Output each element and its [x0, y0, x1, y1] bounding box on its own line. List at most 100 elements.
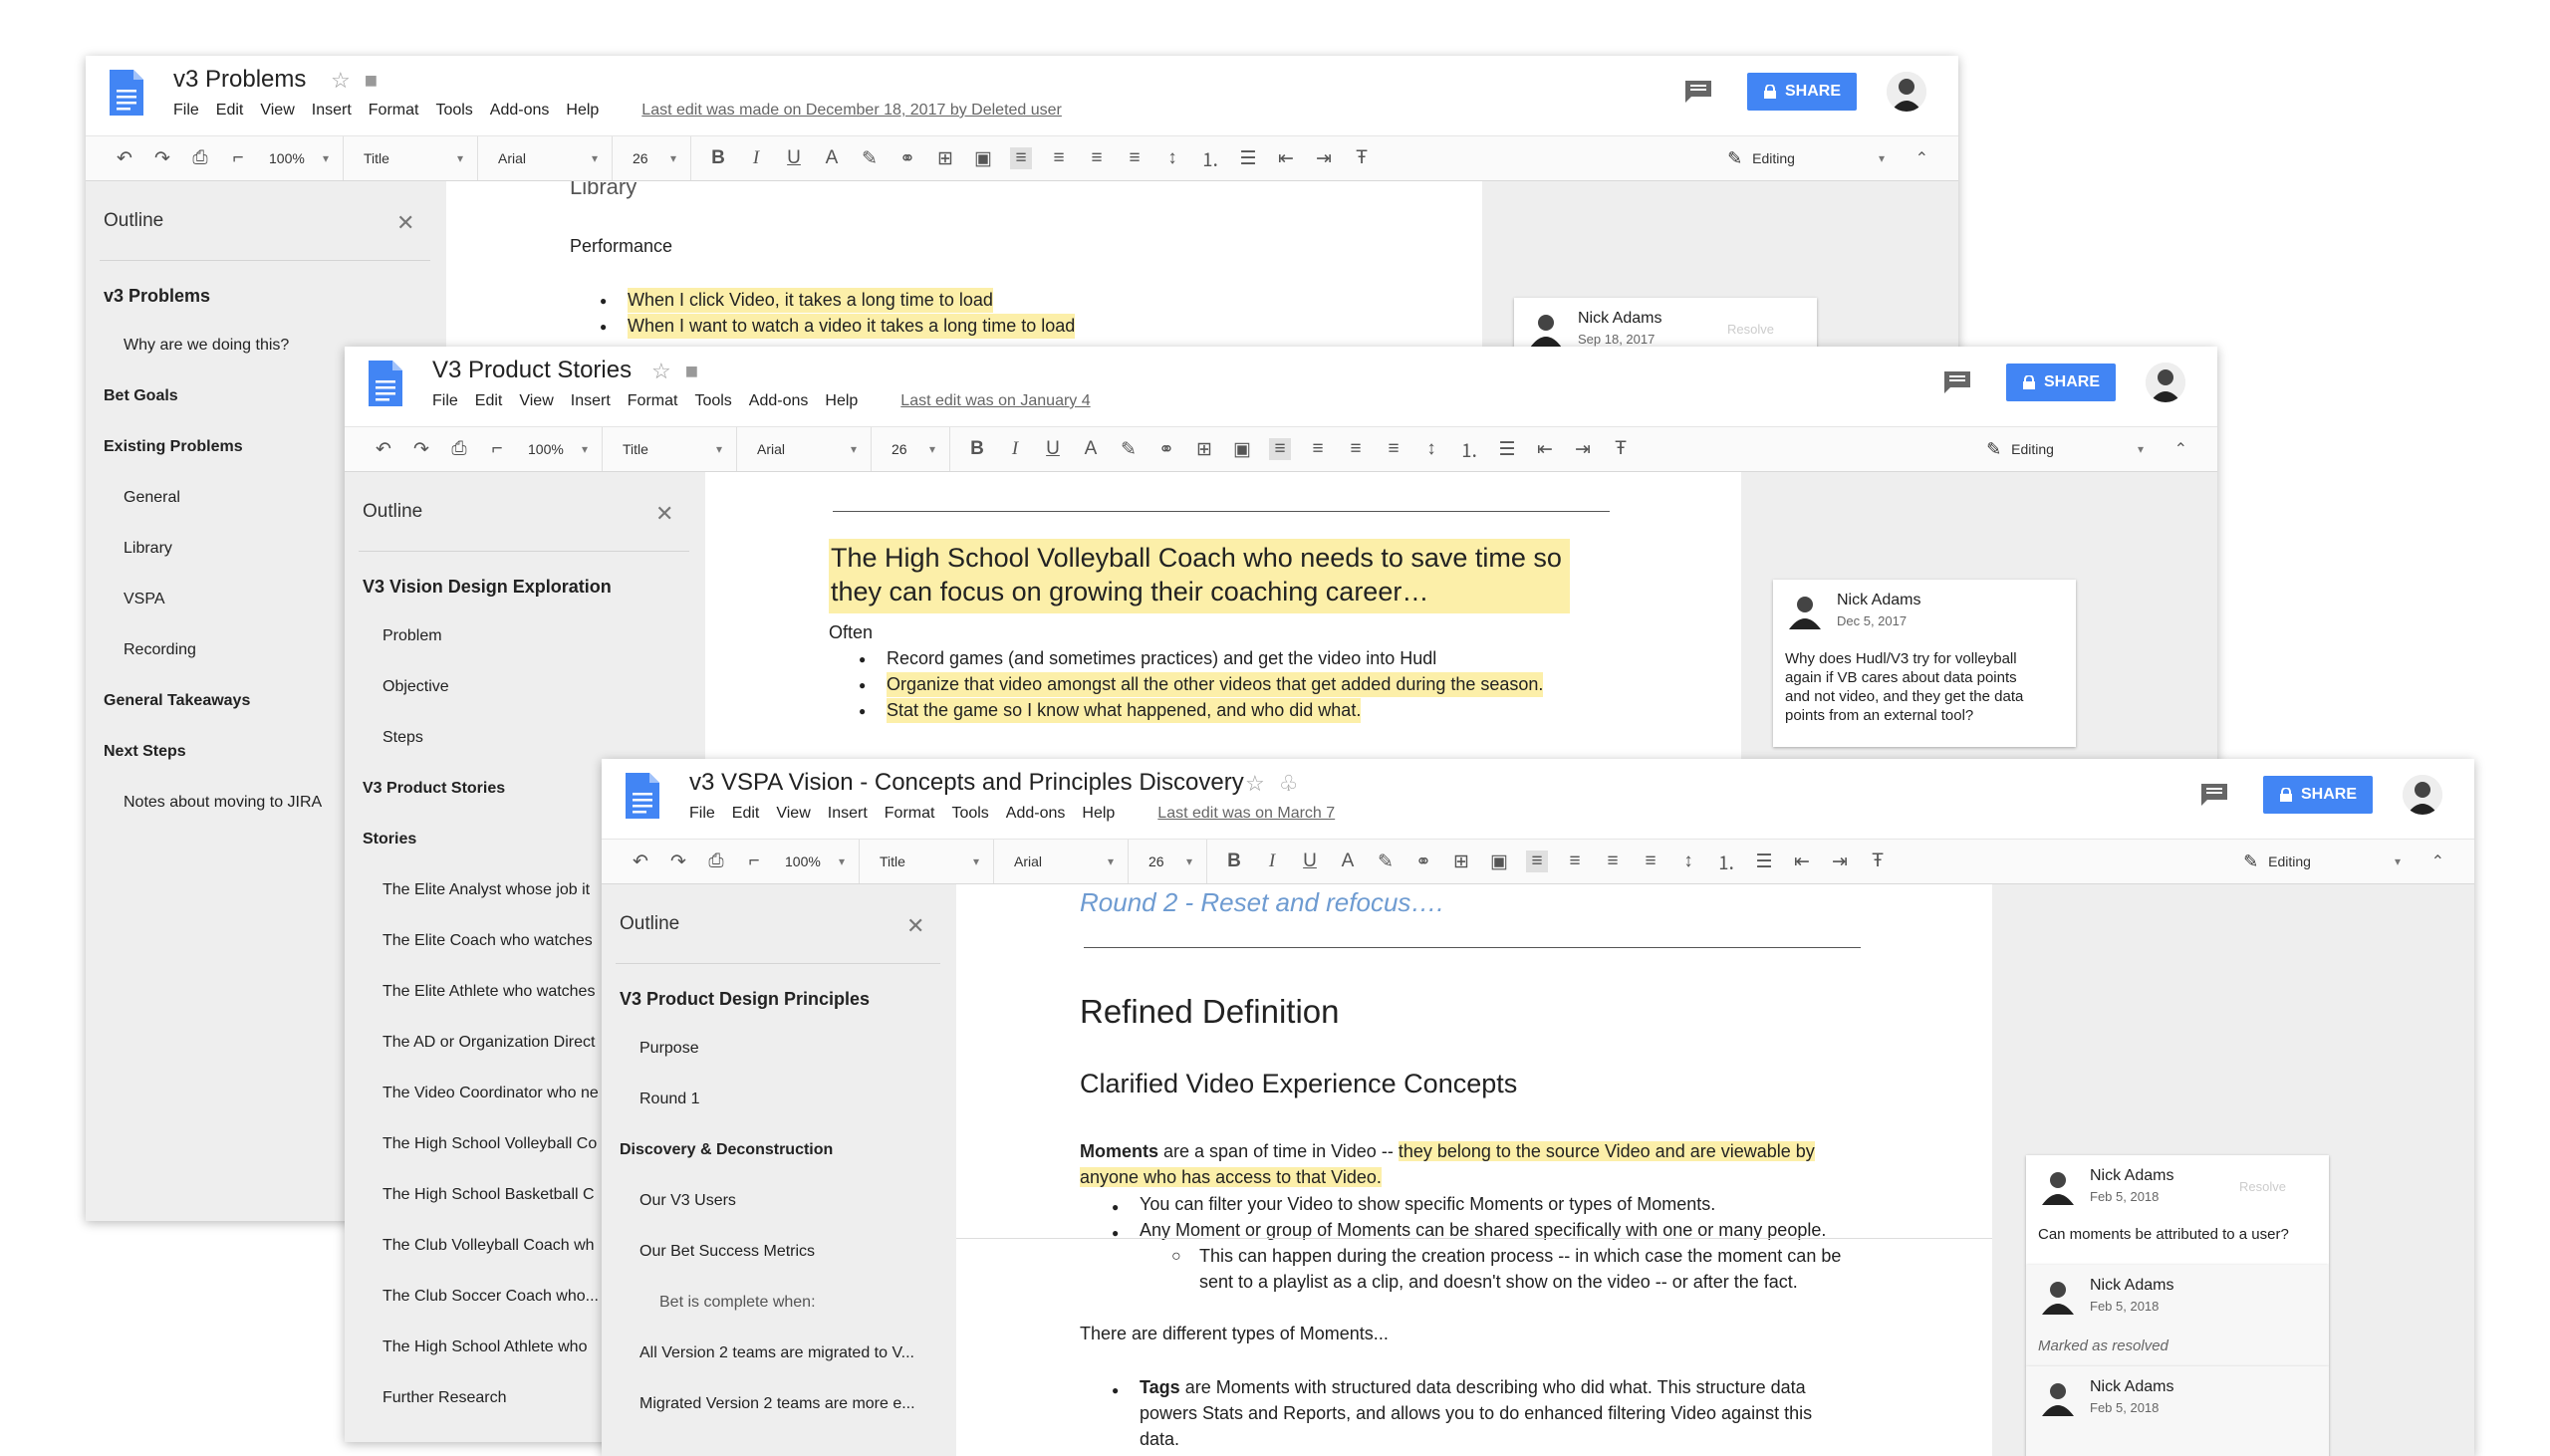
align-right-icon[interactable]: ≡	[1345, 438, 1367, 460]
clear-formatting-icon[interactable]: Ŧ	[1351, 147, 1373, 169]
outline-item[interactable]: Steps	[382, 729, 705, 747]
close-icon[interactable]: ✕	[396, 210, 414, 236]
menu-edit[interactable]: Edit	[475, 392, 503, 409]
menu-insert[interactable]: Insert	[828, 805, 868, 822]
menu-file[interactable]: File	[432, 392, 458, 409]
close-icon[interactable]: ✕	[655, 501, 673, 527]
image-icon[interactable]: ▣	[972, 147, 994, 170]
print-icon[interactable]: ⎙	[705, 850, 727, 872]
numbered-list-icon[interactable]: ⒈	[1458, 436, 1480, 463]
outline-item[interactable]: v3 Problems	[104, 286, 446, 307]
style-select[interactable]: Title	[619, 427, 737, 471]
paint-format-icon[interactable]: ⌐	[486, 438, 508, 460]
paint-format-icon[interactable]: ⌐	[743, 850, 765, 872]
resolve-button[interactable]: Resolve	[1727, 322, 1774, 337]
link-icon[interactable]: ⚭	[896, 147, 918, 170]
avatar[interactable]	[1887, 72, 1926, 112]
menu-format[interactable]: Format	[628, 392, 678, 409]
align-left-icon[interactable]: ≡	[1010, 147, 1032, 169]
justify-icon[interactable]: ≡	[1124, 147, 1146, 169]
folder-icon[interactable]: ■	[685, 359, 698, 383]
image-icon[interactable]: ▣	[1488, 850, 1510, 873]
menu-edit[interactable]: Edit	[732, 805, 760, 822]
shared-drive-icon[interactable]: ♧	[1279, 771, 1299, 796]
resolve-button[interactable]: Resolve	[2239, 1179, 2286, 1194]
increase-indent-icon[interactable]: ⇥	[1829, 850, 1851, 873]
menu-view[interactable]: View	[519, 392, 553, 409]
size-select[interactable]: 26	[1145, 840, 1207, 883]
outline-item[interactable]: Round 1	[639, 1091, 956, 1108]
avatar[interactable]	[2146, 363, 2185, 402]
zoom-select[interactable]: 100%	[781, 840, 860, 883]
style-select[interactable]: Title	[876, 840, 994, 883]
menu-help[interactable]: Help	[825, 392, 858, 409]
menu-addons[interactable]: Add-ons	[490, 102, 550, 119]
redo-icon[interactable]: ↷	[667, 850, 689, 873]
zoom-select[interactable]: 100%	[524, 427, 603, 471]
undo-icon[interactable]: ↶	[630, 850, 651, 873]
bulleted-list-icon[interactable]: ☰	[1237, 147, 1259, 170]
menu-tools[interactable]: Tools	[435, 102, 472, 119]
increase-indent-icon[interactable]: ⇥	[1313, 147, 1335, 170]
menu-tools[interactable]: Tools	[694, 392, 731, 409]
redo-icon[interactable]: ↷	[410, 438, 432, 461]
comment-icon[interactable]	[2200, 784, 2227, 806]
star-icon[interactable]: ☆	[651, 359, 671, 383]
comment-card[interactable]: Nick Adams Feb 5, 2018 Marked as resolve…	[2026, 1265, 2329, 1366]
font-select[interactable]: Arial	[753, 427, 872, 471]
paint-format-icon[interactable]: ⌐	[227, 147, 249, 169]
editing-mode-select[interactable]: ✎ Editing ▾	[1727, 136, 1885, 180]
outline-item[interactable]: Problem	[382, 627, 705, 645]
highlight-icon[interactable]: ✎	[859, 147, 881, 170]
decrease-indent-icon[interactable]: ⇤	[1275, 147, 1297, 170]
collapse-icon[interactable]: ⌃	[2174, 427, 2187, 471]
comment-card[interactable]: Nick Adams Dec 5, 2017 Why does Hudl/V3 …	[1773, 580, 2076, 747]
doc-icon[interactable]	[626, 773, 659, 819]
italic-icon[interactable]: I	[1004, 438, 1026, 460]
text-color-icon[interactable]: A	[1080, 438, 1102, 460]
outline-item[interactable]: V3 Vision Design Exploration	[363, 577, 705, 598]
menu-view[interactable]: View	[776, 805, 810, 822]
outline-item[interactable]: Discovery & Deconstruction	[620, 1141, 956, 1159]
line-spacing-icon[interactable]: ↕	[1161, 147, 1183, 169]
clear-formatting-icon[interactable]: Ŧ	[1610, 438, 1632, 460]
undo-icon[interactable]: ↶	[373, 438, 394, 461]
text-color-icon[interactable]: A	[1337, 850, 1359, 872]
line-spacing-icon[interactable]: ↕	[1420, 438, 1442, 460]
size-select[interactable]: 26	[888, 427, 950, 471]
menu-help[interactable]: Help	[1082, 805, 1115, 822]
font-select[interactable]: Arial	[494, 136, 613, 180]
comment-icon[interactable]	[1684, 81, 1711, 103]
highlight-icon[interactable]: ✎	[1118, 438, 1140, 461]
align-center-icon[interactable]: ≡	[1307, 438, 1329, 460]
line-spacing-icon[interactable]: ↕	[1677, 850, 1699, 872]
align-center-icon[interactable]: ≡	[1048, 147, 1070, 169]
size-select[interactable]: 26	[629, 136, 691, 180]
numbered-list-icon[interactable]: ⒈	[1715, 849, 1737, 875]
redo-icon[interactable]: ↷	[151, 147, 173, 170]
last-edit-link[interactable]: Last edit was made on December 18, 2017 …	[641, 102, 1062, 119]
print-icon[interactable]: ⎙	[189, 147, 211, 169]
outline-item[interactable]: Purpose	[639, 1040, 956, 1058]
italic-icon[interactable]: I	[1261, 850, 1283, 872]
menu-edit[interactable]: Edit	[216, 102, 244, 119]
outline-item[interactable]: Our V3 Users	[639, 1192, 956, 1210]
menu-format[interactable]: Format	[369, 102, 419, 119]
doc-title[interactable]: v3 Problems	[173, 66, 306, 94]
align-left-icon[interactable]: ≡	[1526, 850, 1548, 872]
last-edit-link[interactable]: Last edit was on January 4	[900, 392, 1090, 409]
print-icon[interactable]: ⎙	[448, 438, 470, 460]
avatar[interactable]	[2403, 775, 2442, 815]
star-icon[interactable]: ☆	[1245, 771, 1265, 796]
justify-icon[interactable]: ≡	[1383, 438, 1404, 460]
insert-comment-icon[interactable]: ⊞	[934, 147, 956, 170]
bulleted-list-icon[interactable]: ☰	[1496, 438, 1518, 461]
insert-comment-icon[interactable]: ⊞	[1193, 438, 1215, 461]
align-right-icon[interactable]: ≡	[1602, 850, 1624, 872]
italic-icon[interactable]: I	[745, 147, 767, 169]
align-center-icon[interactable]: ≡	[1564, 850, 1586, 872]
folder-icon[interactable]: ■	[365, 68, 378, 93]
bold-icon[interactable]: B	[966, 438, 988, 460]
decrease-indent-icon[interactable]: ⇤	[1791, 850, 1813, 873]
comment-card[interactable]: Nick Adams Feb 5, 2018	[2026, 1366, 2329, 1456]
